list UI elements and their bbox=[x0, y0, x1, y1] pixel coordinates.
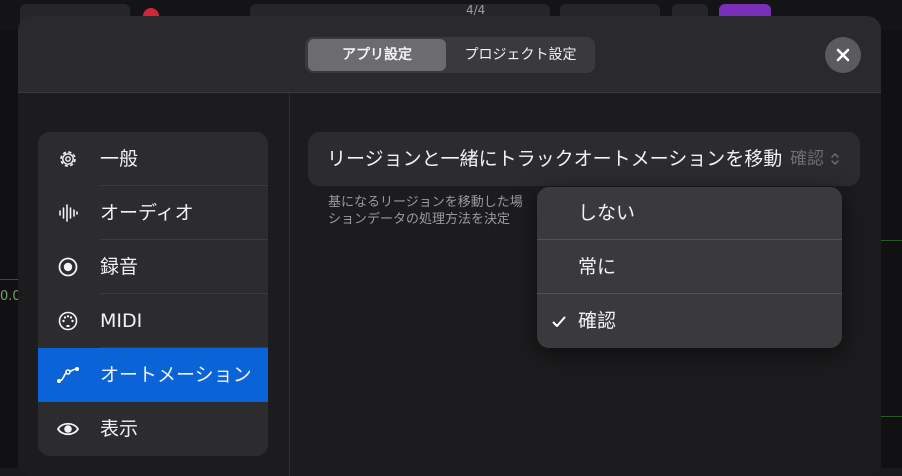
background-timesig: 4/4 bbox=[466, 3, 486, 17]
background-track-line bbox=[881, 416, 902, 417]
dialog-header: アプリ設定 プロジェクト設定 bbox=[18, 16, 881, 93]
settings-scope-segmented-control: アプリ設定 プロジェクト設定 bbox=[305, 37, 595, 73]
menu-item-always[interactable]: 常に bbox=[537, 241, 842, 294]
sidebar-item-general[interactable]: 一般 bbox=[38, 132, 268, 186]
up-down-chevron-icon bbox=[830, 151, 840, 171]
menu-item-ask[interactable]: 確認 bbox=[537, 295, 842, 348]
sidebar-item-label: MIDI bbox=[100, 310, 143, 332]
sidebar-item-recording[interactable]: 録音 bbox=[38, 240, 268, 294]
divider bbox=[537, 293, 842, 294]
background-track-line bbox=[0, 279, 18, 280]
move-automation-with-regions-setting[interactable]: リージョンと一緒にトラックオートメーションを移動 確認 bbox=[308, 132, 860, 186]
divider bbox=[537, 239, 842, 240]
midi-connector-icon bbox=[56, 309, 80, 333]
close-icon bbox=[836, 48, 850, 62]
sidebar-item-display[interactable]: 表示 bbox=[38, 402, 268, 456]
sidebar-item-label: 一般 bbox=[100, 148, 139, 170]
sidebar-item-midi[interactable]: MIDI bbox=[38, 294, 268, 348]
sidebar-item-audio[interactable]: オーディオ bbox=[38, 186, 268, 240]
checkmark-icon bbox=[551, 314, 567, 334]
tab-project-settings[interactable]: プロジェクト設定 bbox=[448, 39, 593, 71]
setting-value: 確認 bbox=[790, 149, 824, 169]
sidebar-item-label: 表示 bbox=[100, 418, 139, 440]
background-track-line bbox=[881, 240, 902, 241]
close-button[interactable] bbox=[825, 37, 861, 73]
menu-item-label: 確認 bbox=[578, 310, 617, 332]
record-icon bbox=[56, 255, 80, 279]
sidebar-item-label: オートメーション bbox=[100, 364, 252, 386]
background-right-edge bbox=[881, 30, 902, 468]
sidebar-item-label: 録音 bbox=[100, 256, 139, 278]
background-left-edge bbox=[0, 30, 18, 468]
sidebar-pane: 一般 オーディオ 録音 MIDI オートメーション 表示 bbox=[18, 93, 290, 476]
menu-item-label: 常に bbox=[578, 256, 617, 278]
menu-item-never[interactable]: しない bbox=[537, 187, 842, 240]
automation-curve-icon bbox=[56, 363, 80, 387]
sidebar-item-label: オーディオ bbox=[100, 202, 194, 224]
options-popup-menu: しない 常に 確認 bbox=[537, 187, 842, 348]
sidebar-item-automation[interactable]: オートメーション bbox=[38, 348, 268, 402]
waveform-icon bbox=[56, 201, 80, 225]
eye-icon bbox=[56, 417, 80, 441]
tab-app-settings[interactable]: アプリ設定 bbox=[308, 39, 446, 71]
setting-label: リージョンと一緒にトラックオートメーションを移動 bbox=[327, 148, 783, 170]
menu-item-label: しない bbox=[578, 202, 636, 224]
gear-icon bbox=[56, 147, 80, 171]
sidebar: 一般 オーディオ 録音 MIDI オートメーション 表示 bbox=[38, 132, 268, 456]
